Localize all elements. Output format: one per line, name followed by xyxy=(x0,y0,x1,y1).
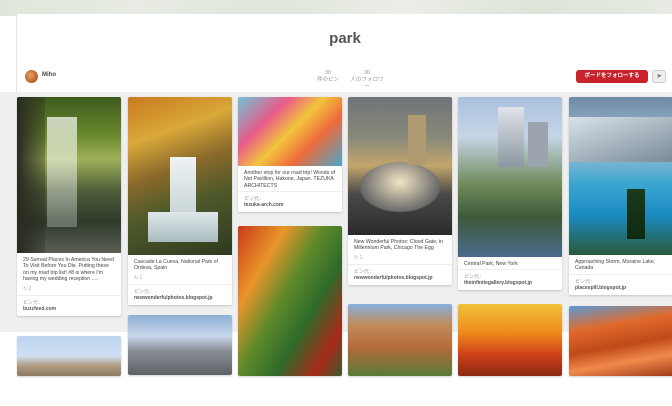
pin-card[interactable] xyxy=(17,336,121,376)
pin-image[interactable] xyxy=(569,306,672,376)
pin-card[interactable] xyxy=(569,306,672,376)
pin-image[interactable] xyxy=(17,97,121,253)
pin-image[interactable] xyxy=(17,336,121,376)
pin-source[interactable]: ピン元： tezuka-arch.com xyxy=(238,191,342,212)
pin-card[interactable] xyxy=(238,226,342,376)
pin-description: Approaching Storm, Moraine Lake, Canada xyxy=(575,259,656,272)
pin-description: New Wonderful Photos: Cloud Gate, in Mil… xyxy=(354,239,444,252)
follower-count[interactable]: 36 人のフォロワー xyxy=(349,70,385,91)
pin-image[interactable] xyxy=(458,304,562,376)
repin-count: ↻ 1 xyxy=(134,274,143,281)
pin-card[interactable]: New Wonderful Photos: Cloud Gate, in Mil… xyxy=(348,97,452,285)
pin-source[interactable]: ピン元： newwonderfulphotos.blogspot.jp xyxy=(128,283,232,305)
pin-description: Cascade La Cueva, National Park of Ordes… xyxy=(134,259,218,272)
repin-count: ↻ 2 xyxy=(23,285,32,292)
avatar[interactable] xyxy=(25,70,38,83)
board-header: park Miho 30 件のピン 36 人のフォロワー ボードをフォローする ➤ xyxy=(16,14,672,92)
pin-source[interactable]: ピン元： buzzfeed.com xyxy=(17,294,121,316)
pin-source[interactable]: ピン元： newwonderfulphotos.blogspot.jp xyxy=(348,263,452,285)
repin-count: ↻ 1 xyxy=(354,254,363,261)
pin-description: Another stop for our road trip! Woods of… xyxy=(244,170,336,189)
pin-card[interactable] xyxy=(128,315,232,375)
page-title: park xyxy=(329,30,361,47)
pin-image[interactable] xyxy=(458,97,562,257)
pin-image[interactable] xyxy=(238,226,342,376)
pin-source[interactable]: ピン元： theinfinitegallery.blogspot.jp xyxy=(458,269,562,290)
pin-card[interactable]: Cascade La Cueva, National Park of Ordes… xyxy=(128,97,232,305)
pin-image[interactable] xyxy=(348,304,452,376)
pin-card[interactable]: Approaching Storm, Moraine Lake, Canada … xyxy=(569,97,672,295)
pin-image[interactable] xyxy=(569,97,672,255)
pin-card[interactable]: Another stop for our road trip! Woods of… xyxy=(238,97,342,213)
pin-card[interactable] xyxy=(458,304,562,376)
pin-image[interactable] xyxy=(128,97,232,255)
pin-image[interactable] xyxy=(238,97,342,166)
pin-description: 29 Surreal Places In America You Need To… xyxy=(23,257,114,283)
pin-image[interactable] xyxy=(128,315,232,375)
pin-description: Central Park, New York xyxy=(464,261,518,267)
pin-card[interactable] xyxy=(348,304,452,376)
pin-count[interactable]: 30 件のピン xyxy=(313,70,343,84)
follow-board-button[interactable]: ボードをフォローする xyxy=(576,70,648,83)
pin-source[interactable]: ピン元： placespill.blogspot.jp xyxy=(569,273,672,295)
send-icon[interactable]: ➤ xyxy=(652,70,666,83)
pin-card[interactable]: 29 Surreal Places In America You Need To… xyxy=(17,97,121,316)
pin-card[interactable]: Central Park, New York ピン元： theinfinitega… xyxy=(458,97,562,291)
pin-image[interactable] xyxy=(348,97,452,235)
owner-name[interactable]: Miho xyxy=(42,72,56,78)
